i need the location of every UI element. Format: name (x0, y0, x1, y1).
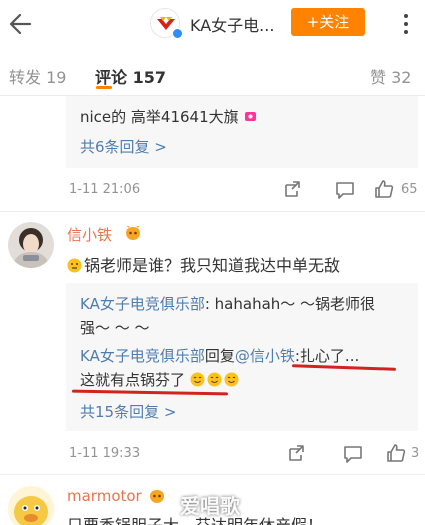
thinking-emoji-icon (67, 258, 82, 273)
tab-repost[interactable]: 转发 19 (9, 64, 66, 88)
reply-count-link[interactable]: 共6条回复 > (80, 136, 167, 157)
reply-line: KA女子电竞俱乐部: hahahah～ ～锅老师很 (80, 295, 376, 313)
like-count: 3 (411, 446, 420, 461)
comment-username[interactable]: marmotor (67, 487, 142, 505)
comment-icon[interactable] (342, 443, 364, 465)
tab-likes[interactable]: 赞 32 (370, 64, 411, 88)
fan-badge-icon (124, 224, 142, 241)
avatar[interactable] (8, 486, 54, 525)
detail-tabs: 转发 19 评论 157 赞 32 (0, 56, 425, 92)
tab-comments[interactable]: 评论 157 (95, 64, 166, 88)
reply-preview-box[interactable]: nice的 高举41641大旗 共6条回复 > (66, 96, 418, 168)
reply-line: KA女子电竞俱乐部回复@信小铁:扎心了... (80, 347, 360, 365)
like-count: 65 (401, 182, 418, 197)
like-thumb-icon[interactable] (373, 178, 395, 200)
account-name[interactable]: KA女子电... (190, 12, 274, 36)
smile-emoji-icon (207, 372, 222, 387)
mention-link[interactable]: @信小铁 (235, 347, 295, 365)
reply-count-link[interactable]: 共15条回复 > (80, 401, 176, 422)
top-bar: KA女子电... +关注 (0, 0, 425, 46)
reply-line: 强～ ～ ～ (80, 319, 150, 337)
reply-author-link[interactable]: KA女子电竞俱乐部 (80, 295, 205, 313)
like-thumb-icon[interactable] (385, 442, 407, 464)
smile-emoji-icon (190, 372, 205, 387)
reply-snippet: nice的 高举41641大旗 (80, 106, 260, 127)
watermark: 爱唱歌 (180, 494, 240, 518)
follow-button[interactable]: +关注 (291, 8, 365, 36)
repost-icon[interactable] (282, 179, 304, 201)
verified-badge-icon (172, 28, 183, 39)
back-arrow-icon[interactable] (4, 6, 40, 42)
comment-username[interactable]: 信小铁 (67, 224, 112, 245)
comment-text: 锅老师是谁？我只知道我达中单无敌 (67, 252, 340, 276)
repost-icon[interactable] (286, 443, 308, 465)
more-menu-icon[interactable] (392, 10, 420, 38)
comment-time: 1-11 19:33 (69, 446, 141, 461)
avatar[interactable] (8, 222, 54, 268)
divider (0, 474, 425, 475)
smile-emoji-icon (224, 372, 239, 387)
active-tab-indicator (96, 86, 112, 89)
reply-line: 这就有点锅芬了 (80, 369, 241, 390)
reply-author-link[interactable]: KA女子电竞俱乐部 (80, 347, 205, 365)
reply-preview-box[interactable]: KA女子电竞俱乐部: hahahah～ ～锅老师很 强～ ～ ～ KA女子电竞俱… (66, 283, 418, 431)
comment-icon[interactable] (334, 179, 356, 201)
divider (0, 211, 425, 212)
comment-time: 1-11 21:06 (69, 182, 141, 197)
fan-badge-icon (148, 489, 166, 504)
clap-emoji-icon (243, 109, 258, 124)
